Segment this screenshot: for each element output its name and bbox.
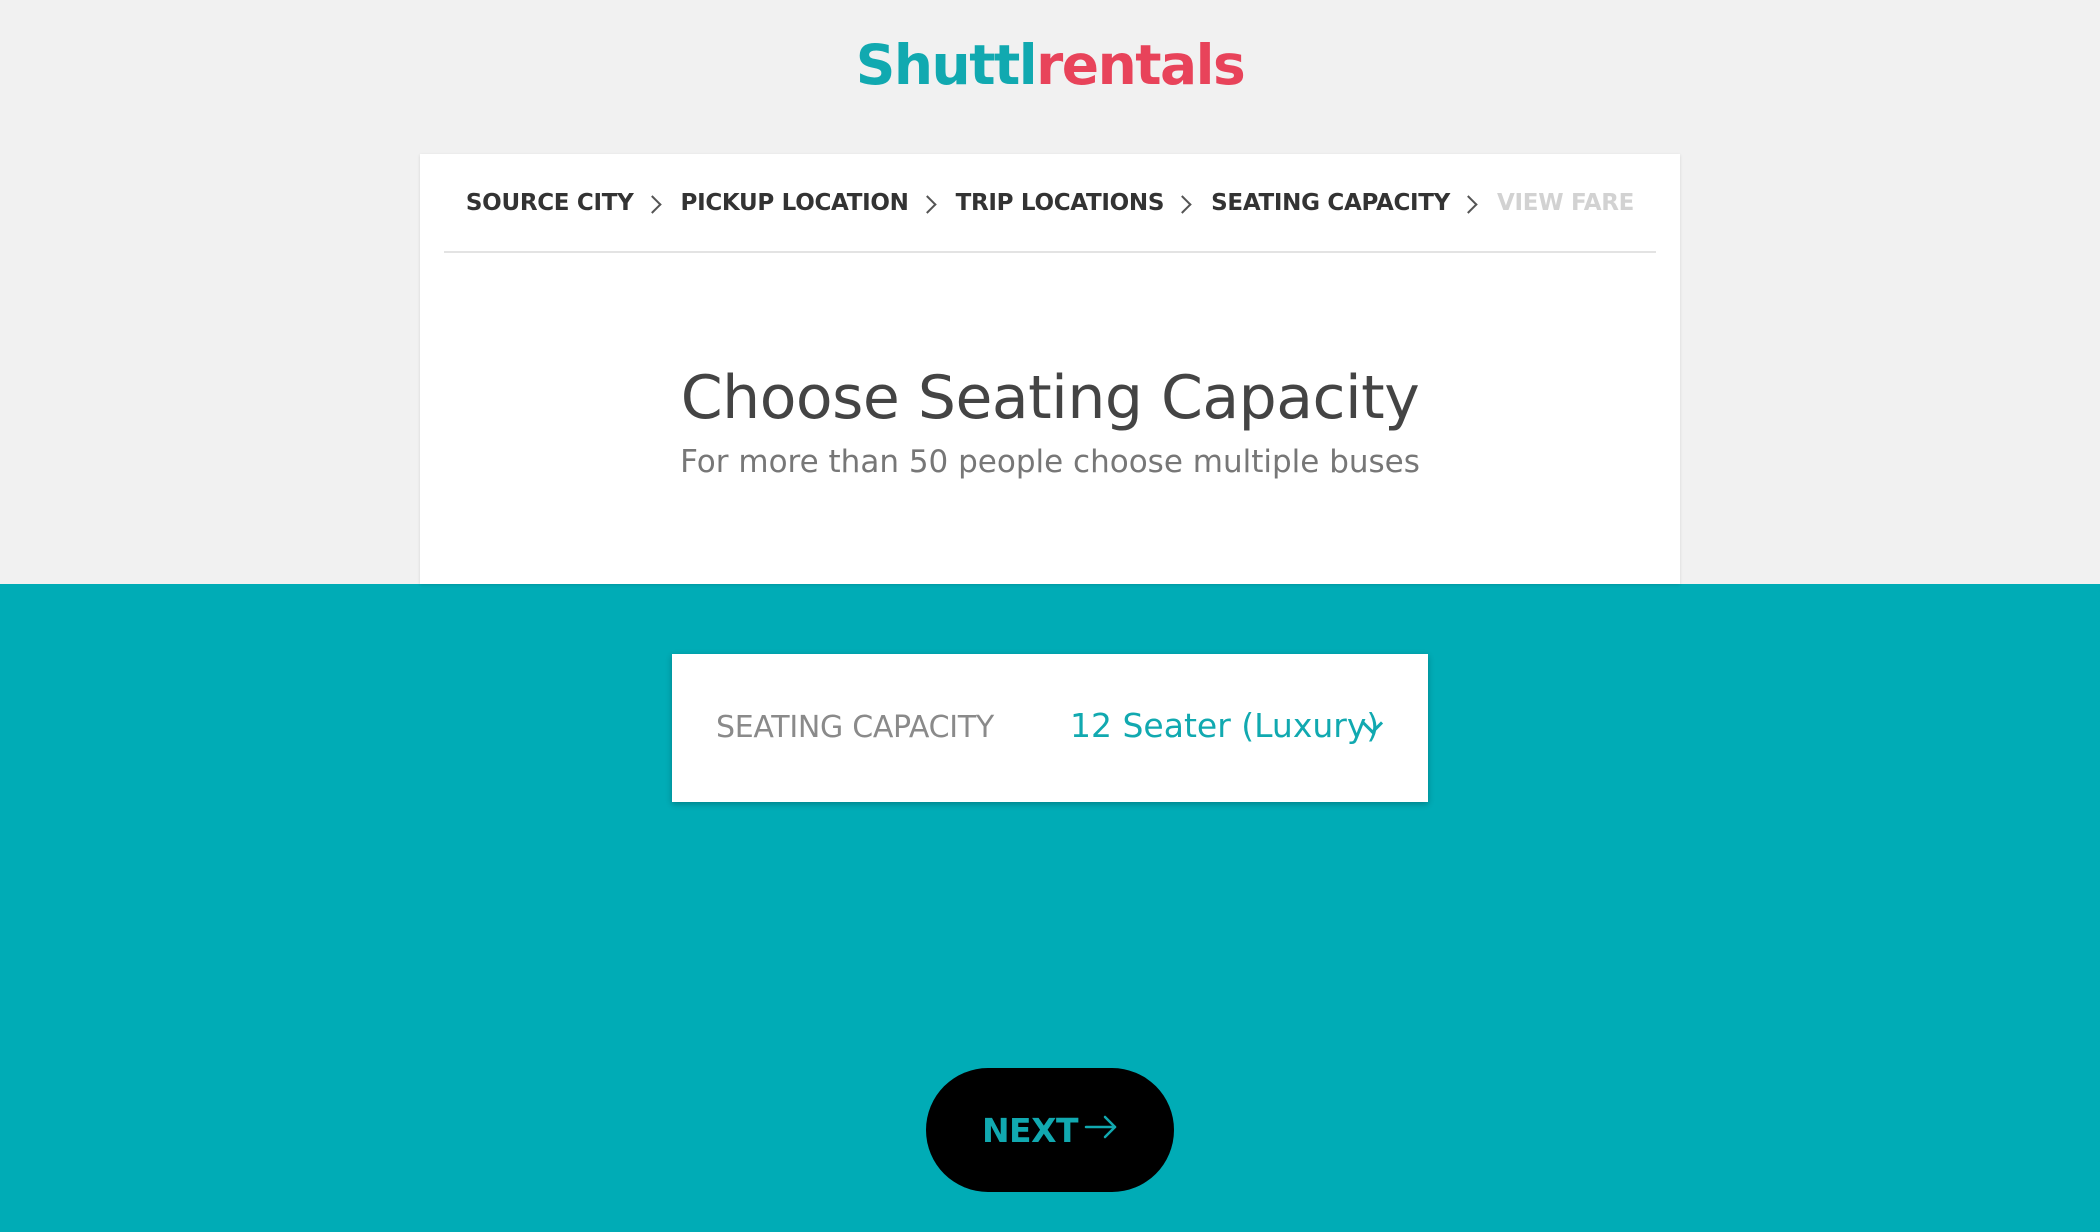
breadcrumb: SOURCE CITY PICKUP LOCATION TRIP LOCATIO… <box>444 154 1656 253</box>
seating-capacity-value[interactable]: 12 Seater (Luxury) <box>1070 700 1379 752</box>
next-button[interactable]: NEXT <box>926 1068 1174 1192</box>
chevron-right-icon <box>642 195 662 214</box>
chevron-right-icon <box>917 195 937 214</box>
breadcrumb-step-view-fare: VIEW FARE <box>1497 189 1635 216</box>
chevron-right-icon <box>1173 195 1192 214</box>
logo-text-shuttl: Shuttl <box>855 33 1038 97</box>
page-subtitle: For more than 50 people choose multiple … <box>680 444 1420 480</box>
logo-text-rentals: rentals <box>1036 33 1246 97</box>
arrow-right-icon <box>1084 1115 1117 1139</box>
seating-capacity-select[interactable]: SEATING CAPACITY 12 Seater (Luxury) <box>672 654 1428 802</box>
breadcrumb-step-pickup-location[interactable]: PICKUP LOCATION <box>681 190 909 216</box>
breadcrumb-step-source-city[interactable]: SOURCE CITY <box>466 190 634 216</box>
seating-capacity-label: SEATING CAPACITY <box>716 710 994 745</box>
breadcrumb-step-seating-capacity[interactable]: SEATING CAPACITY <box>1211 190 1450 216</box>
chevron-right-icon <box>1459 195 1478 214</box>
brand-logo[interactable]: Shuttlrentals <box>0 30 2100 100</box>
breadcrumb-step-trip-locations[interactable]: TRIP LOCATIONS <box>956 190 1165 216</box>
next-button-label: NEXT <box>981 1110 1079 1150</box>
page-title: Choose Seating Capacity <box>680 363 1420 433</box>
